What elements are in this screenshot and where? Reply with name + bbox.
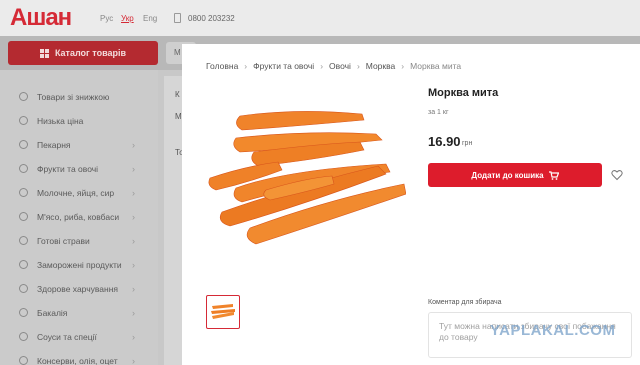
dish-icon [19,236,28,245]
breadcrumb-vegetables[interactable]: Овочі [329,61,351,71]
sidebar-item-low-price[interactable]: Низька ціна [0,110,158,134]
heart-icon[interactable] [611,169,623,181]
breadcrumb-carrot[interactable]: Морква [366,61,396,71]
sidebar-item-meat[interactable]: М'ясо, риба, ковбаси › [0,206,158,230]
chevron-right-icon: › [132,212,135,222]
sidebar-item-bakery[interactable]: Пекарня › [0,134,158,158]
breadcrumb-separator: › [244,61,248,71]
sidebar-item-label: Низька ціна [37,116,84,126]
product-modal: Головна › Фрукти та овочі › Овочі › Морк… [182,44,640,365]
chevron-right-icon: › [132,188,135,198]
snowflake-icon [19,260,28,269]
catalog-button[interactable]: Каталог товарів [8,41,158,65]
sidebar-item-label: М'ясо, риба, ковбаси [37,212,120,222]
catalog-button-label: Каталог товарів [54,48,127,58]
milk-icon [19,188,28,197]
sauce-icon [19,332,28,341]
product-image[interactable] [206,104,406,264]
chevron-right-icon: › [132,164,135,174]
sidebar-item-label: Заморожені продукти [37,260,122,270]
chevron-right-icon: › [132,308,135,318]
lang-en[interactable]: Eng [143,14,157,23]
breadcrumb-current: Морква мита [410,61,462,71]
auchan-logo[interactable]: Ашан [10,4,72,32]
sidebar-item-sauces[interactable]: Соуси та спеції › [0,326,158,350]
thumbnail-image [211,304,235,319]
breadcrumb-home[interactable]: Головна [206,61,238,71]
sidebar-item-label: Молочне, яйця, сир [37,188,115,198]
sidebar-item-label: Готові страви [37,236,90,246]
breadcrumb-separator: › [356,61,360,71]
phone-icon [174,13,181,23]
product-thumbnail[interactable] [206,295,240,329]
sidebar-item-canned[interactable]: Консерви, олія, оцет › [0,350,158,365]
sidebar-item-frozen[interactable]: Заморожені продукти › [0,254,158,278]
product-price: 16.90 [428,134,461,149]
background-content: К М То [164,76,184,365]
discount-icon [19,92,28,101]
watermark: YAPLAKAL.COM [490,322,616,339]
leaf-icon [19,284,28,293]
background-text: М [175,112,182,121]
chevron-right-icon: › [132,260,135,270]
sidebar-item-label: Соуси та спеції [37,332,97,342]
sidebar-item-ready-meals[interactable]: Готові страви › [0,230,158,254]
top-bar: Ашан Рус Укр Eng 0800 203232 [0,0,640,36]
lang-ru[interactable]: Рус [100,14,113,23]
bread-icon [19,140,28,149]
sidebar-item-label: Консерви, олія, оцет [37,356,118,365]
sidebar-item-fruits-vegetables[interactable]: Фрукти та овочі › [0,158,158,182]
jar-icon [19,308,28,317]
breadcrumb-fruits-vegetables[interactable]: Фрукти та овочі [253,61,314,71]
add-to-cart-label: Додати до кошика [471,170,544,180]
product-currency: грн [462,140,473,147]
breadcrumb: Головна › Фрукти та овочі › Овочі › Морк… [206,61,461,71]
comment-label: Коментар для збирача [428,299,502,306]
meat-icon [19,212,28,221]
sidebar-item-label: Фрукти та овочі [37,164,99,174]
sidebar-item-label: Здорове харчування [37,284,119,294]
chevron-right-icon: › [132,356,135,365]
phone-number[interactable]: 0800 203232 [188,14,235,23]
apple-icon [19,164,28,173]
product-unit: за 1 кг [428,109,449,116]
chevron-right-icon: › [132,332,135,342]
sidebar-item-dairy[interactable]: Молочне, яйця, сир › [0,182,158,206]
chevron-right-icon: › [132,140,135,150]
sidebar-item-label: Товари зі знижкою [37,92,110,102]
grid-icon [39,48,49,58]
category-sidebar: Товари зі знижкою Низька ціна Пекарня › … [0,70,158,365]
sidebar-item-label: Бакалія [37,308,68,318]
sidebar-item-label: Пекарня [37,140,71,150]
lang-uk[interactable]: Укр [121,14,134,23]
breadcrumb-separator: › [401,61,405,71]
breadcrumb-separator: › [320,61,324,71]
add-to-cart-button[interactable]: Додати до кошика [428,163,602,187]
sidebar-item-grocery[interactable]: Бакалія › [0,302,158,326]
can-icon [19,356,28,365]
product-title: Морква мита [428,87,499,99]
chevron-right-icon: › [132,284,135,294]
sidebar-item-discount[interactable]: Товари зі знижкою [0,86,158,110]
sidebar-item-healthy[interactable]: Здорове харчування › [0,278,158,302]
cart-icon [548,170,559,180]
chevron-right-icon: › [132,236,135,246]
tag-icon [19,116,28,125]
background-text: К [175,90,180,99]
